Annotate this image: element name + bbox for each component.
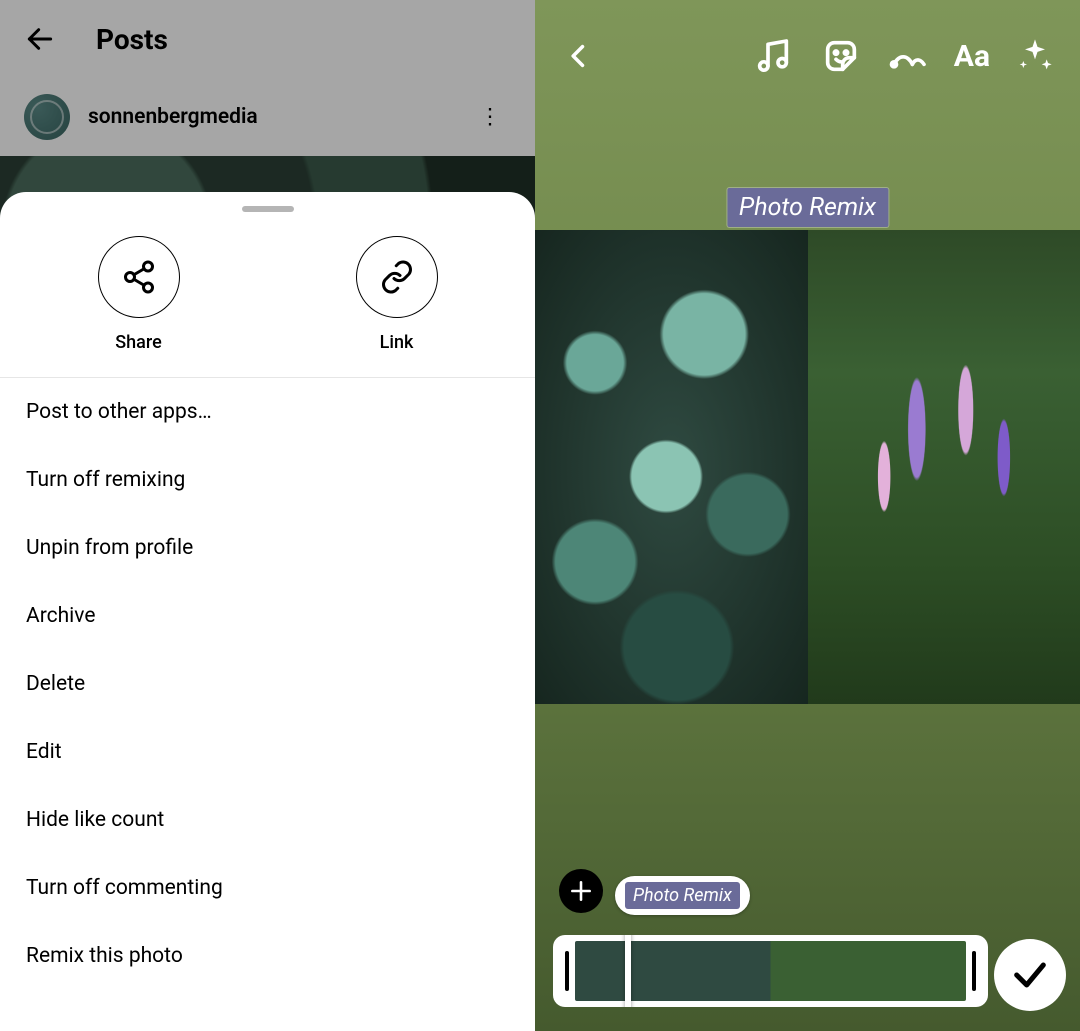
story-editor-screen: Aa Photo Remix Photo Remix <box>535 0 1080 1031</box>
timeline-trim-end-handle[interactable] <box>972 951 976 991</box>
remix-right-photo <box>808 230 1080 704</box>
share-button[interactable]: Share <box>98 236 180 353</box>
draw-icon[interactable] <box>886 33 932 79</box>
menu-remix-this-photo[interactable]: Remix this photo <box>0 922 535 990</box>
menu-turn-off-commenting[interactable]: Turn off commenting <box>0 854 535 922</box>
link-button[interactable]: Link <box>356 236 438 353</box>
sheet-action-row: Share Link <box>0 216 535 378</box>
sheet-menu-list: Post to other apps… Turn off remixing Un… <box>0 378 535 990</box>
share-icon <box>98 236 180 318</box>
remix-clip-pill-label: Photo Remix <box>625 882 740 909</box>
sheet-grabber[interactable] <box>242 206 294 212</box>
add-clip-button[interactable] <box>559 869 603 913</box>
text-tool-button[interactable]: Aa <box>954 39 990 74</box>
link-icon <box>356 236 438 318</box>
menu-delete[interactable]: Delete <box>0 650 535 718</box>
timeline-playhead[interactable] <box>625 935 631 1007</box>
timeline-trim-start-handle[interactable] <box>565 951 569 991</box>
menu-unpin[interactable]: Unpin from profile <box>0 514 535 582</box>
menu-edit[interactable]: Edit <box>0 718 535 786</box>
chevron-back-icon[interactable] <box>565 36 593 76</box>
story-toolbar: Aa <box>535 24 1080 88</box>
music-icon[interactable] <box>750 33 796 79</box>
photo-remix-tag[interactable]: Photo Remix <box>727 188 888 227</box>
posts-screen: Posts sonnenbergmedia ⋮ Share <box>0 0 535 1031</box>
menu-post-other-apps[interactable]: Post to other apps… <box>0 378 535 446</box>
remix-left-photo <box>535 230 808 704</box>
remix-clip-pill[interactable]: Photo Remix <box>615 876 750 915</box>
menu-turn-off-remixing[interactable]: Turn off remixing <box>0 446 535 514</box>
menu-archive[interactable]: Archive <box>0 582 535 650</box>
link-label: Link <box>380 332 414 353</box>
post-options-sheet: Share Link Post to other apps… Turn off … <box>0 192 535 1031</box>
remix-canvas[interactable] <box>535 230 1080 704</box>
done-button[interactable] <box>994 939 1066 1011</box>
share-label: Share <box>115 332 161 353</box>
timeline-frames <box>575 941 966 1001</box>
sticker-icon[interactable] <box>818 33 864 79</box>
sparkle-effects-icon[interactable] <box>1012 33 1058 79</box>
clip-timeline[interactable] <box>553 935 988 1007</box>
menu-hide-like-count[interactable]: Hide like count <box>0 786 535 854</box>
